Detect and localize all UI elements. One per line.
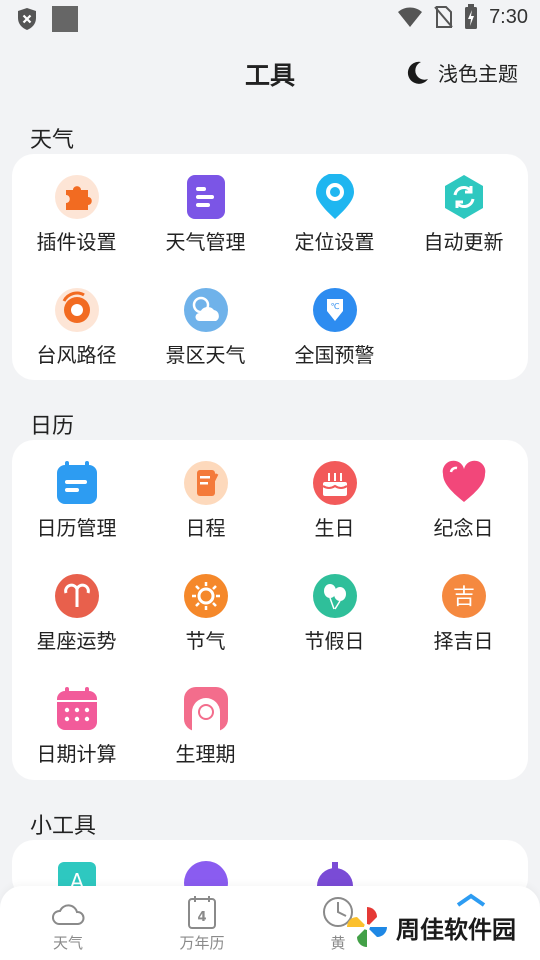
tool-auspicious-day[interactable]: 吉 择吉日 <box>399 573 528 654</box>
puzzle-icon <box>54 175 99 219</box>
tool-date-calculator[interactable]: 日期计算 <box>12 686 141 767</box>
tool-period-tracker[interactable]: 生理期 <box>141 686 270 767</box>
calendar-icon: 4 <box>188 896 216 929</box>
header: 工具 浅色主题 <box>0 50 540 96</box>
status-time: 7:30 <box>489 5 528 28</box>
pinwheel-logo-icon <box>347 907 387 947</box>
tool-auto-update[interactable]: 自动更新 <box>399 174 528 255</box>
watermark-text: 周佳软件园 <box>396 915 516 944</box>
location-pin-icon <box>315 174 354 219</box>
watermark: 周佳软件园 <box>344 904 516 950</box>
tool-solar-terms[interactable]: 节气 <box>141 573 270 654</box>
tool-calendar-manage[interactable]: 日历管理 <box>12 460 141 541</box>
tool-typhoon-path[interactable]: 台风路径 <box>12 287 141 368</box>
refresh-icon <box>444 175 483 219</box>
period-icon <box>183 687 228 731</box>
tool-schedule[interactable]: 日程 <box>141 460 270 541</box>
schedule-icon <box>183 461 228 505</box>
date-calc-icon <box>56 687 97 730</box>
tool-horoscope[interactable]: 星座运势 <box>12 573 141 654</box>
heart-icon <box>442 460 485 502</box>
typhoon-icon <box>54 288 99 332</box>
aries-icon <box>54 574 99 618</box>
status-bar: 7:30 <box>0 0 540 36</box>
wifi-icon <box>398 7 423 27</box>
tool-anniversary[interactable]: 纪念日 <box>399 460 528 541</box>
calendar-tools-card: 日历管理 日程 生日 纪念日 星座运势 节气 节假日 吉 择吉日 日期计算 生理… <box>12 440 528 780</box>
section-title-weather: 天气 <box>30 128 75 153</box>
tool-scenic-weather[interactable]: 景区天气 <box>141 287 270 368</box>
list-icon <box>186 175 225 219</box>
nav-weather[interactable]: 天气 <box>18 894 118 953</box>
tool-holidays[interactable]: 节假日 <box>270 573 399 654</box>
calendar-list-icon <box>56 461 97 504</box>
auspicious-icon: 吉 <box>441 574 486 618</box>
tool-plugin-settings[interactable]: 插件设置 <box>12 174 141 255</box>
nav-perpetual-calendar[interactable]: 4 万年历 <box>152 894 252 953</box>
battery-charging-icon <box>465 4 478 29</box>
tool-weather-manage[interactable]: 天气管理 <box>141 174 270 255</box>
tool-birthday[interactable]: 生日 <box>270 460 399 541</box>
section-title-calendar: 日历 <box>30 414 75 439</box>
sun-cloud-icon <box>183 288 228 332</box>
tool-national-warning[interactable]: ℃ 全国预警 <box>270 287 399 368</box>
balloon-icon <box>312 574 357 618</box>
svg-text:℃: ℃ <box>330 302 339 311</box>
shield-x-icon <box>18 8 36 30</box>
section-title-tools: 小工具 <box>30 814 97 839</box>
cloud-icon <box>52 904 85 925</box>
tool-location-settings[interactable]: 定位设置 <box>270 174 399 255</box>
notification-square-icon <box>52 6 78 32</box>
warning-shield-icon: ℃ <box>312 288 357 332</box>
solar-term-icon <box>183 574 228 618</box>
weather-tools-card: 插件设置 天气管理 定位设置 自动更新 台风路径 景区天气 ℃ 全国预警 <box>12 154 528 380</box>
svg-text:4: 4 <box>197 910 206 925</box>
moon-icon <box>407 61 428 84</box>
svg-text:吉: 吉 <box>452 585 474 610</box>
theme-toggle-label: 浅色主题 <box>438 62 518 86</box>
birthday-cake-icon <box>312 461 357 505</box>
no-sim-icon <box>434 6 453 28</box>
theme-toggle-button[interactable]: 浅色主题 <box>404 58 518 87</box>
